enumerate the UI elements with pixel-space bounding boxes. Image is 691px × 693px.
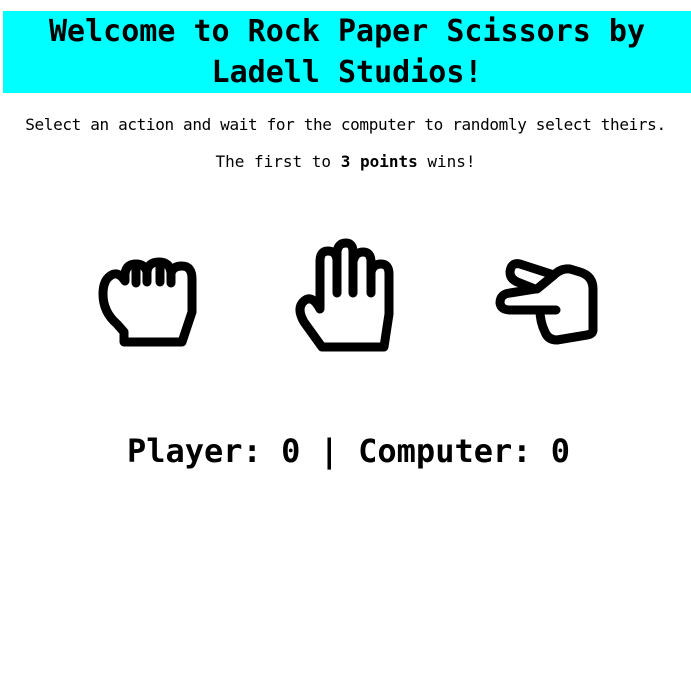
- win-condition-prefix: The first to: [215, 152, 341, 171]
- player-score: 0: [281, 432, 301, 470]
- instructions-text: Select an action and wait for the comput…: [25, 115, 666, 134]
- computer-score: 0: [550, 432, 571, 470]
- scoreboard: Player: 0 | Computer: 0: [0, 431, 691, 471]
- scissors-button[interactable]: [490, 236, 610, 360]
- win-condition-text: The first to 3 points wins!: [0, 152, 691, 172]
- computer-score-label: Computer:: [358, 432, 532, 470]
- open-hand-icon: [295, 238, 394, 352]
- win-condition-points: 3 points: [340, 152, 418, 171]
- title-banner: Welcome to Rock Paper Scissors by Ladell…: [3, 11, 691, 93]
- rock-button[interactable]: [89, 236, 209, 360]
- win-condition-suffix: wins!: [417, 152, 476, 171]
- score-separator: |: [319, 432, 339, 470]
- page-title: Welcome to Rock Paper Scissors by Ladell…: [48, 14, 646, 90]
- fist-icon: [98, 257, 197, 347]
- two-fingers-hand-icon: [495, 259, 598, 345]
- player-score-label: Player:: [126, 432, 262, 470]
- paper-button[interactable]: [290, 236, 410, 360]
